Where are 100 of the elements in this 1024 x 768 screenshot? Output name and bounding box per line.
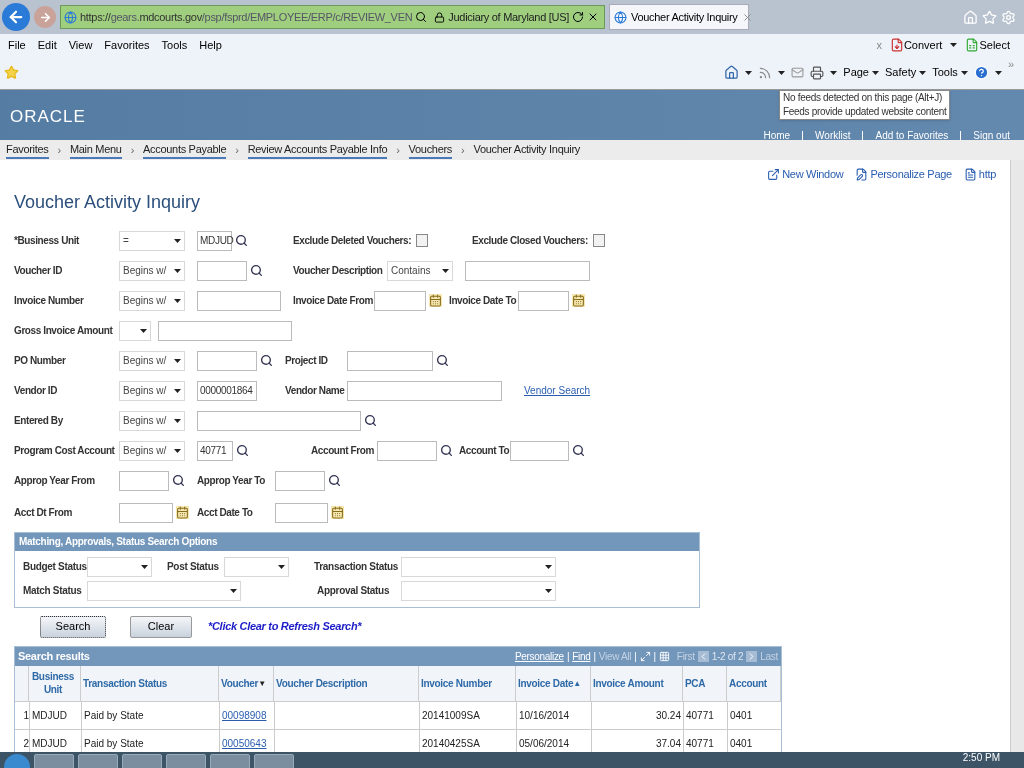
menu-item[interactable]: View	[68, 36, 93, 54]
breadcrumb-separator: ›	[396, 142, 400, 158]
search-button[interactable]: Search	[40, 615, 106, 638]
field-label: Transaction Status	[314, 560, 400, 574]
column-header[interactable]: Account	[727, 665, 781, 701]
select-button[interactable]: Select	[979, 36, 1010, 54]
separator: |	[634, 649, 637, 664]
menu-item[interactable]: Help	[199, 36, 222, 54]
sort-arrow: ▼	[258, 677, 266, 690]
separator: |	[653, 649, 656, 664]
header-link[interactable]: Add to Favorites	[875, 129, 949, 142]
field-label: Approval Status	[317, 584, 391, 598]
dropdown[interactable]: Begins w/	[119, 410, 185, 431]
field-label: Program Cost Account	[14, 444, 116, 458]
column-header[interactable]: Invoice Date▲	[516, 665, 591, 701]
sort-arrow: ▲	[573, 677, 581, 690]
table-cell: MDJUD	[29, 701, 81, 729]
clock: 2:50 PM	[962, 752, 1000, 764]
field-label: Account To	[459, 444, 510, 458]
field-label: Invoice Number	[14, 294, 85, 308]
personalize-page-link[interactable]: Personalize Page	[870, 166, 952, 183]
table-cell: Paid by State	[81, 701, 219, 729]
field-label: Vendor ID	[14, 384, 59, 398]
breadcrumb-separator: ›	[235, 142, 239, 158]
field-label: Gross Invoice Amount	[14, 324, 114, 338]
convert-button[interactable]: Convert	[903, 36, 943, 54]
field-label: Invoice Date To	[449, 294, 518, 308]
field-label: Account From	[311, 444, 375, 458]
command-menu[interactable]: Page	[843, 64, 879, 81]
dropdown[interactable]: Begins w/	[119, 290, 185, 311]
column-header[interactable]: Voucher▼	[219, 665, 274, 701]
header-link[interactable]: Home	[763, 129, 791, 142]
refresh-hint: *Click Clear to Refresh Search*	[208, 619, 362, 635]
address-bar[interactable]: https://gears.mdcourts.gov/psp/fsprd/EMPLOYEE/ERP/c/REVIEW_VEN Judiciary of Maryland [US]	[60, 5, 605, 29]
field-label: Approp Year To	[197, 474, 266, 488]
breadcrumb[interactable]: Voucher Activity Inquiry	[473, 140, 580, 160]
breadcrumb-separator: ›	[130, 142, 134, 158]
panel-header: Matching, Approvals, Status Search Options	[15, 532, 699, 551]
page-title: Voucher Activity Inquiry	[14, 190, 202, 214]
field-label: Project ID	[285, 354, 329, 368]
column-header[interactable]: Voucher Description	[274, 665, 419, 701]
column-header[interactable]: Business Unit	[29, 665, 81, 701]
http-link[interactable]: http	[978, 166, 996, 183]
feed-tooltip: No feeds detected on this page (Alt+J) Feeds provide updated website content	[779, 90, 951, 120]
separator: |	[566, 649, 570, 664]
dropdown[interactable]: Begins w/	[119, 350, 185, 371]
separator: |	[593, 649, 596, 664]
field-label: Invoice Date From	[293, 294, 374, 308]
header-link[interactable]: Worklist	[815, 129, 851, 142]
field-label: Post Status	[167, 560, 220, 574]
table-cell: 20141009SA	[419, 701, 516, 729]
table-cell: 30.24	[591, 701, 683, 729]
field-label: Budget Status	[23, 560, 87, 574]
column-header[interactable]: Invoice Amount	[591, 665, 683, 701]
oracle-logo: ORACLE	[10, 106, 86, 128]
menu-item[interactable]: File	[8, 36, 26, 54]
row-number: 2	[22, 736, 29, 751]
clear-button[interactable]: Clear	[130, 615, 192, 638]
breadcrumb[interactable]: Main Menu	[69, 140, 122, 160]
table-cell: 40771	[683, 701, 727, 729]
field-label: Exclude Closed Vouchers:	[472, 234, 589, 248]
input-field[interactable]: 40771	[197, 440, 233, 461]
column-header[interactable]: Transaction Status	[81, 665, 219, 701]
field-label: PO Number	[14, 354, 67, 368]
field-label: Approp Year From	[14, 474, 96, 488]
dropdown[interactable]: Begins w/	[119, 440, 185, 461]
breadcrumb-separator: ›	[57, 142, 61, 158]
dropdown[interactable]: =	[119, 230, 185, 251]
dropdown[interactable]: Begins w/	[119, 260, 185, 281]
vendor-search-link[interactable]: Vendor Search	[524, 383, 591, 398]
new-window-link[interactable]: New Window	[782, 166, 844, 183]
site-identity[interactable]: Judiciary of Maryland [US]	[448, 8, 569, 26]
input-field[interactable]: MDJUD	[197, 230, 232, 251]
breadcrumb[interactable]: Accounts Payable	[143, 140, 227, 160]
input-field[interactable]: 0000001864	[197, 380, 257, 401]
dropdown[interactable]: Begins w/	[119, 380, 185, 401]
breadcrumb[interactable]: Favorites	[6, 140, 49, 160]
voucher-link[interactable]: 00098908	[219, 701, 274, 729]
field-label: Voucher Description	[293, 264, 384, 278]
browser-tab[interactable]: Voucher Activity Inquiry	[609, 4, 749, 30]
field-label: Exclude Deleted Vouchers:	[293, 234, 413, 248]
menu-item[interactable]: Favorites	[104, 36, 150, 54]
command-menu[interactable]: Tools	[932, 64, 968, 81]
breadcrumb[interactable]: Vouchers	[408, 140, 453, 160]
command-menu[interactable]: Safety	[885, 64, 927, 81]
menu-item[interactable]: Tools	[161, 36, 188, 54]
column-header[interactable]: Invoice Number	[419, 665, 516, 701]
breadcrumb-separator: ›	[461, 142, 465, 158]
breadcrumb[interactable]: Review Accounts Payable Info	[247, 140, 388, 160]
grid-title: Search results	[18, 648, 91, 664]
menu-item[interactable]: Edit	[37, 36, 57, 54]
dropdown[interactable]: Contains	[387, 260, 453, 281]
column-header[interactable]: PCA	[683, 665, 727, 701]
url-text: https://gears.mdcourts.gov/psp/fsprd/EMPLOYEE/ERP/c/REVIEW_VEN	[80, 9, 413, 25]
field-label: Acct Dt From	[14, 506, 73, 520]
field-label: *Business Unit	[14, 234, 81, 248]
field-label: Entered By	[14, 414, 64, 428]
field-label: Acct Date To	[197, 506, 254, 520]
field-label: Match Status	[23, 584, 83, 598]
page-count: 1-2 of 2	[711, 649, 744, 664]
